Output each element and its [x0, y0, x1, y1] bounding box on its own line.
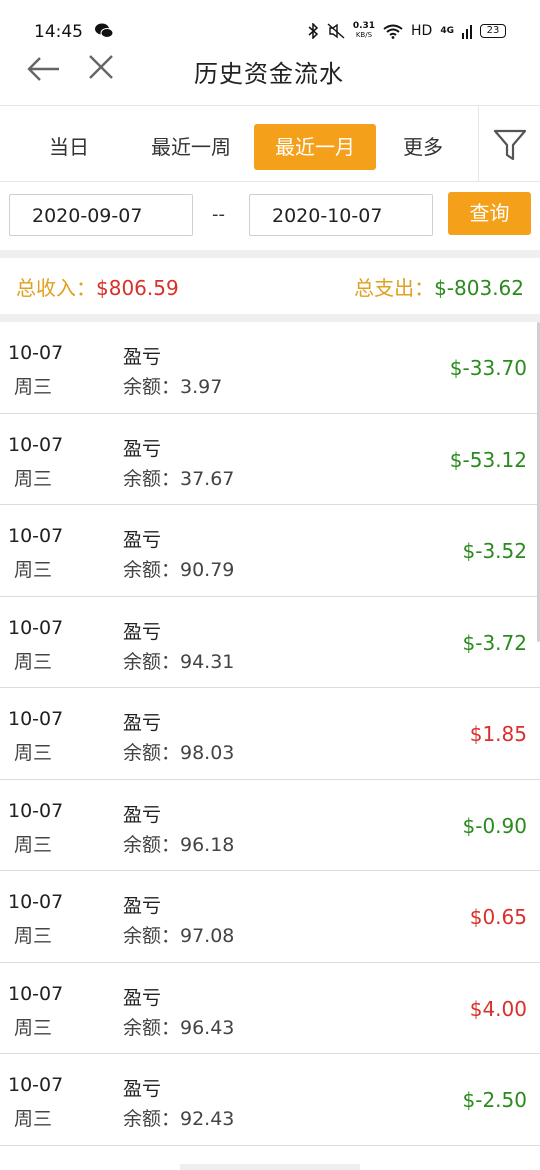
- total-expense: 总支出：$-803.62: [354, 272, 524, 301]
- filter-button[interactable]: [478, 106, 540, 182]
- record-balance: 余额：98.03: [123, 742, 235, 764]
- list-item[interactable]: 10-07 周三 盈亏 余额：92.43 $-2.50: [0, 1054, 540, 1146]
- back-arrow-icon[interactable]: [26, 54, 62, 84]
- list-item[interactable]: 10-07 周三 盈亏 余额：3.97 $-33.70: [0, 322, 540, 414]
- divider: [0, 250, 540, 258]
- record-balance: 余额：97.08: [123, 925, 235, 947]
- signal-label: 4G: [440, 26, 454, 36]
- net-speed: 0.31 KB/S: [353, 22, 375, 40]
- tab-today[interactable]: 当日: [26, 124, 112, 170]
- record-date: 10-07: [8, 1074, 64, 1096]
- filter-icon: [493, 129, 527, 161]
- list-item[interactable]: 10-07 周三 盈亏 余额：97.08 $0.65: [0, 871, 540, 963]
- record-amount: $1.85: [469, 722, 527, 746]
- record-balance: 余额：37.67: [123, 467, 235, 490]
- record-balance: 余额：90.79: [123, 559, 235, 581]
- page-title: 历史资金流水: [194, 60, 344, 88]
- hd-label: HD: [411, 23, 433, 39]
- date-separator: --: [212, 204, 225, 225]
- record-amount: $-3.52: [462, 539, 527, 563]
- record-type: 盈亏: [123, 1078, 162, 1100]
- record-balance: 余额：96.43: [123, 1016, 235, 1039]
- record-amount: $4.00: [469, 996, 527, 1021]
- loading-placeholder: [180, 1164, 360, 1170]
- record-balance: 余额：94.31: [123, 650, 235, 673]
- record-type: 盈亏: [123, 803, 162, 826]
- end-date-field[interactable]: 2020-10-07: [249, 194, 433, 236]
- battery-icon: 23: [480, 24, 506, 38]
- record-type: 盈亏: [123, 986, 162, 1009]
- list-item[interactable]: 10-07 周三 盈亏 余额：37.67 $-53.12: [0, 414, 540, 505]
- total-expense-value: $-803.62: [434, 276, 524, 300]
- status-icons: 0.31 KB/S HD 4G 23: [307, 22, 506, 40]
- record-amount: $-2.50: [462, 1088, 527, 1112]
- record-date: 10-07: [8, 433, 64, 456]
- record-type: 盈亏: [123, 437, 162, 460]
- record-amount: $-53.12: [449, 447, 527, 472]
- record-date: 10-07: [8, 708, 64, 730]
- record-weekday: 周三: [14, 376, 53, 398]
- record-weekday: 周三: [14, 742, 53, 764]
- record-balance: 余额：3.97: [123, 376, 223, 398]
- record-balance: 余额：96.18: [123, 833, 235, 856]
- period-tabs: 当日 最近一周 最近一月 更多: [0, 106, 540, 182]
- record-balance: 余额：92.43: [123, 1108, 235, 1130]
- list-item[interactable]: 10-07 周三 盈亏 余额：96.43 $4.00: [0, 963, 540, 1054]
- record-date: 10-07: [8, 799, 64, 822]
- record-amount: $-33.70: [449, 356, 527, 380]
- list-item[interactable]: 10-07 周三 盈亏 余额：90.79 $-3.52: [0, 505, 540, 597]
- record-amount: $-3.72: [462, 630, 527, 655]
- record-date: 10-07: [8, 982, 64, 1005]
- record-type: 盈亏: [123, 346, 162, 368]
- record-weekday: 周三: [14, 833, 53, 856]
- status-time: 14:45: [34, 22, 83, 42]
- record-weekday: 周三: [14, 1108, 53, 1130]
- total-income-value: $806.59: [96, 276, 179, 300]
- list-item[interactable]: 10-07 周三 盈亏 余额：94.31 $-3.72: [0, 597, 540, 688]
- summary-bar: 总收入：$806.59 总支出：$-803.62: [0, 258, 540, 314]
- status-bar: 14:45 0.31 KB/S HD 4G 23: [0, 0, 540, 50]
- nav-header: 历史资金流水: [0, 50, 540, 106]
- list-item[interactable]: 10-07 周三 盈亏 余额：98.03 $1.85: [0, 688, 540, 780]
- list-item-partial: [0, 1150, 540, 1170]
- net-speed-unit: KB/S: [355, 31, 373, 39]
- divider: [0, 314, 540, 322]
- record-type: 盈亏: [123, 529, 162, 551]
- wifi-icon: [383, 24, 403, 39]
- total-income-label: 总收入：: [16, 276, 96, 300]
- record-date: 10-07: [8, 891, 64, 913]
- record-weekday: 周三: [14, 559, 53, 581]
- total-income: 总收入：$806.59: [16, 272, 179, 301]
- record-type: 盈亏: [123, 620, 162, 643]
- record-type: 盈亏: [123, 895, 162, 917]
- total-expense-label: 总支出：: [354, 276, 435, 300]
- mute-icon: [327, 23, 345, 39]
- record-type: 盈亏: [123, 712, 162, 734]
- record-date: 10-07: [8, 616, 64, 639]
- record-weekday: 周三: [14, 467, 53, 490]
- record-date: 10-07: [8, 525, 64, 547]
- record-weekday: 周三: [14, 650, 53, 673]
- tab-recent-week[interactable]: 最近一周: [138, 124, 244, 170]
- record-list[interactable]: 10-07 周三 盈亏 余额：3.97 $-33.70 10-07 周三 盈亏 …: [0, 322, 540, 1146]
- record-amount: $-0.90: [462, 813, 527, 838]
- record-date: 10-07: [8, 342, 64, 364]
- start-date-field[interactable]: 2020-09-07: [9, 194, 193, 236]
- record-weekday: 周三: [14, 1016, 53, 1039]
- tab-recent-month[interactable]: 最近一月: [254, 124, 376, 170]
- wechat-icon: [95, 23, 114, 38]
- record-weekday: 周三: [14, 925, 53, 947]
- net-speed-value: 0.31: [352, 21, 376, 31]
- bluetooth-icon: [308, 23, 318, 39]
- query-button[interactable]: 查询: [448, 192, 531, 235]
- tab-more[interactable]: 更多: [386, 124, 460, 170]
- close-icon[interactable]: [88, 54, 114, 80]
- record-amount: $0.65: [469, 905, 527, 929]
- signal-icon: [462, 24, 472, 39]
- list-item[interactable]: 10-07 周三 盈亏 余额：96.18 $-0.90: [0, 780, 540, 871]
- date-filter-row: 2020-09-07 -- 2020-10-07 查询: [0, 182, 540, 250]
